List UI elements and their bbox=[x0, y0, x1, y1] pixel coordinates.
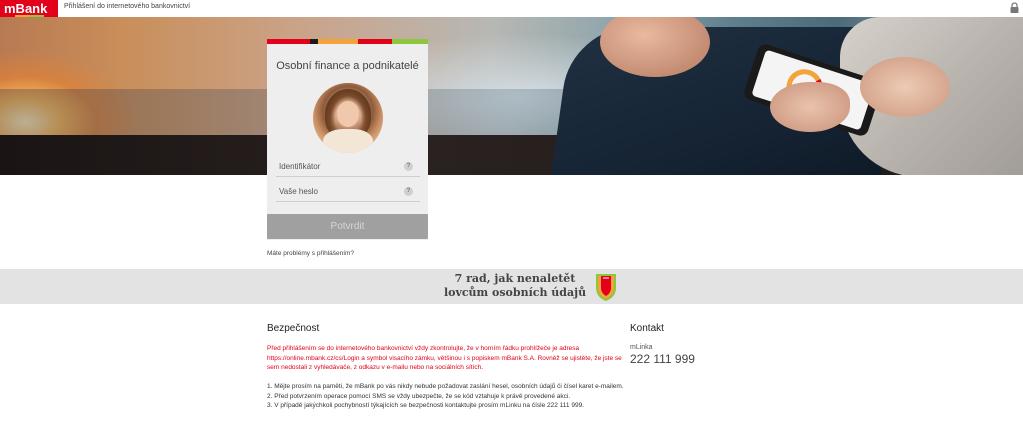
hero-hand bbox=[770, 82, 850, 132]
top-bar: mBank Přihlášení do internetového bankov… bbox=[0, 0, 1023, 17]
login-heading: Osobní finance a podnikatelé bbox=[276, 60, 419, 72]
page-title: Přihlášení do internetového bankovnictví bbox=[64, 3, 191, 10]
password-field[interactable]: Vaše heslo ? bbox=[276, 182, 420, 202]
hero-image bbox=[0, 17, 1023, 175]
banner-text: 7 rad, jak nenaletět lovcům osobních úda… bbox=[440, 272, 590, 300]
client-avatar bbox=[313, 83, 383, 153]
contact-title: Kontakt bbox=[630, 323, 664, 334]
login-colorbar bbox=[267, 39, 428, 44]
identifier-help-icon[interactable]: ? bbox=[404, 162, 413, 171]
shield-icon bbox=[596, 274, 616, 301]
submit-button[interactable]: Potvrdit bbox=[267, 214, 428, 239]
password-help-icon[interactable]: ? bbox=[404, 187, 413, 196]
logo-text: mBank bbox=[4, 1, 48, 16]
login-problems-link[interactable]: Máte problémy s přihlášením? bbox=[267, 250, 354, 257]
mbank-logo[interactable]: mBank bbox=[0, 0, 58, 17]
login-panel: Osobní finance a podnikatelé Identifikát… bbox=[267, 39, 428, 240]
security-item: 1. Mějte prosím na paměti, že mBank po v… bbox=[267, 383, 624, 390]
security-list: 1. Mějte prosím na paměti, že mBank po v… bbox=[267, 382, 637, 411]
banner-line-2: lovcům osobních údajů bbox=[443, 286, 587, 299]
contact-label: mLinka bbox=[630, 344, 653, 351]
security-warning: Před přihlášením se do internetového ban… bbox=[267, 345, 622, 372]
lock-icon bbox=[1010, 2, 1019, 13]
security-item: 2. Před potvrzením operace pomocí SMS se… bbox=[267, 392, 571, 400]
password-label: Vaše heslo bbox=[279, 187, 318, 196]
hero-hand-right bbox=[860, 57, 950, 117]
identifier-field[interactable]: Identifikátor ? bbox=[276, 157, 420, 177]
banner-line-1: 7 rad, jak nenaletět bbox=[454, 272, 576, 285]
security-tips-banner[interactable]: 7 rad, jak nenaletět lovcům osobních úda… bbox=[0, 269, 1023, 304]
security-item: 3. V případě jakýchkoli pochybností týka… bbox=[267, 402, 584, 410]
identifier-label: Identifikátor bbox=[279, 162, 321, 171]
contact-phone[interactable]: 222 111 999 bbox=[630, 352, 695, 366]
security-title: Bezpečnost bbox=[267, 323, 320, 334]
